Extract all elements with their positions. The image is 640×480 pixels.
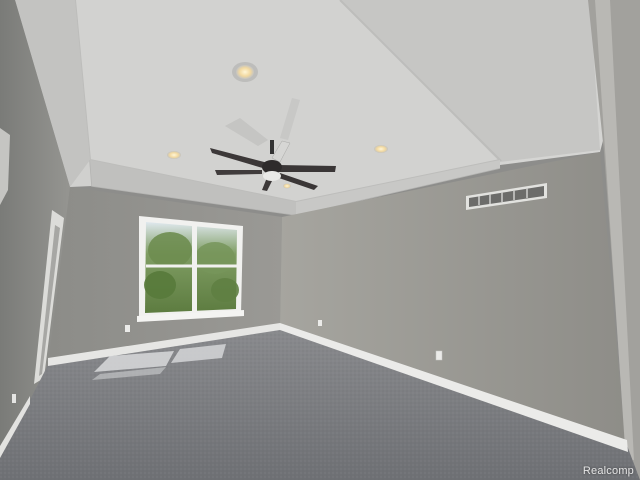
room-illustration [0, 0, 640, 480]
empty-room-photo: Realcomp [0, 0, 640, 480]
window [137, 216, 244, 322]
realcomp-watermark: Realcomp [582, 465, 634, 477]
